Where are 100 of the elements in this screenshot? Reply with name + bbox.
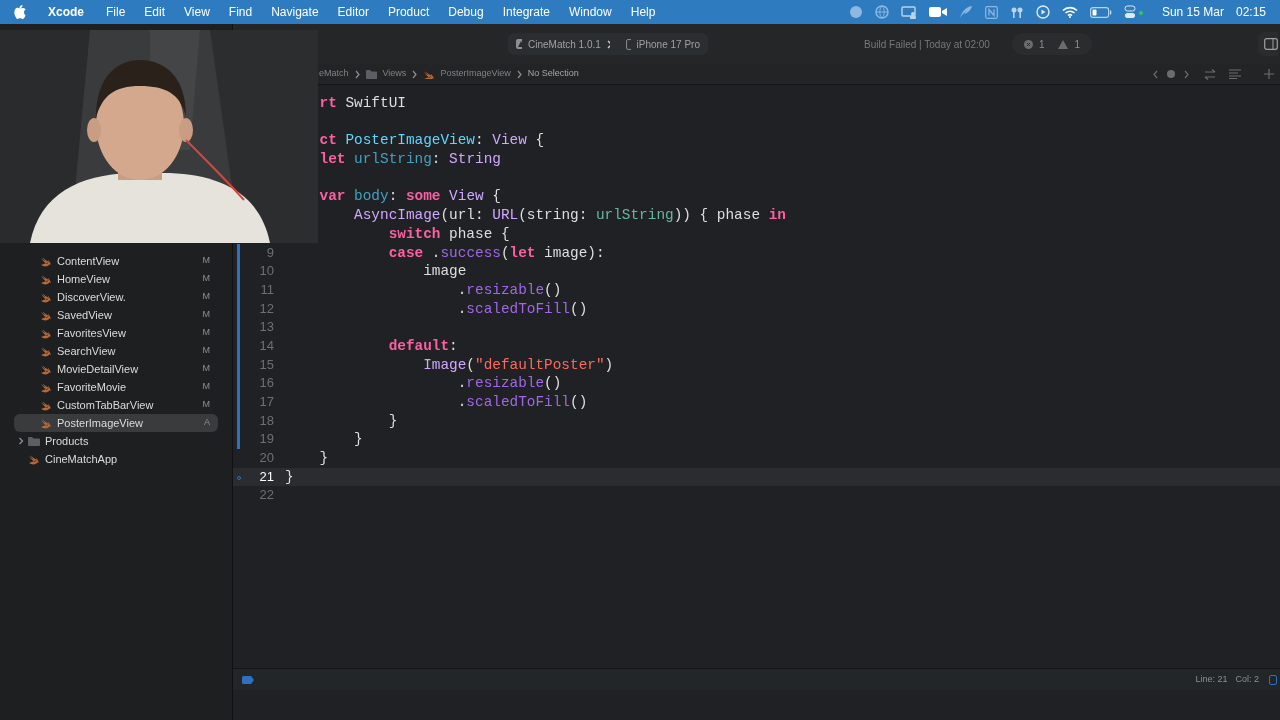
menu-item[interactable]: Window [569,3,612,21]
forward-icon[interactable] [1184,69,1189,79]
file-name: CineMatchApp [45,451,119,467]
file-row[interactable]: MovieDetailView M [14,360,218,378]
code-line: let urlString: String [318,150,501,169]
wifi-icon[interactable] [1061,6,1078,18]
swift-file-icon [40,345,52,357]
swift-file-icon [28,453,40,465]
swift-file-icon [40,399,52,411]
menu-item[interactable]: Debug [448,3,484,21]
file-row[interactable]: DiscoverView. M [14,288,218,306]
feather-icon[interactable] [958,5,973,19]
code-line: case .success(let image): [387,243,605,263]
swift-file-icon [40,309,52,321]
code-line: Image("defaultPoster") [422,355,614,375]
file-name: ContentView [57,253,121,269]
swift-file-icon [40,273,52,285]
line-number: 9 [266,243,274,262]
folder-icon [28,435,40,447]
battery-icon[interactable] [1089,6,1112,18]
line-number: 18 [259,411,274,430]
app-menu[interactable]: Xcode [48,3,84,21]
tag-icon[interactable] [242,675,254,684]
file-row[interactable]: ContentView M [14,252,218,270]
status-label: M [202,398,210,412]
file-name: MovieDetailView [57,361,140,377]
lines-icon[interactable] [1229,69,1241,79]
code-line: .resizable() [456,374,562,393]
screen-person-icon[interactable] [900,5,917,19]
panel-icon[interactable] [1269,674,1277,685]
menu-item[interactable]: View [184,3,210,21]
menu-item[interactable]: Help [630,3,656,21]
file-row[interactable]: CustomTabBarView M [14,396,218,414]
menu-bar-date[interactable]: Sun 15 Mar [1161,3,1224,21]
file-row[interactable]: FavoriteMovie M [14,378,218,396]
status-label: M [202,254,210,268]
breadcrumb-item[interactable]: eMatch [319,67,349,81]
file-row[interactable]: Products [14,432,218,450]
circle-icon[interactable] [848,5,863,19]
line-number: 20 [259,449,274,468]
file-row[interactable]: PosterImageView A [14,414,218,432]
menu-bar-clock[interactable]: 02:15 [1235,3,1266,21]
scheme-selector[interactable]: CineMatch 1.0.1 iPhone 17 Pro [508,33,708,55]
swift-file-icon [40,291,52,303]
video-camera-icon[interactable] [928,6,947,18]
inspector-toggle-button[interactable] [1258,32,1278,56]
status-label: A [204,416,210,430]
file-name: Products [45,433,90,449]
menu-item[interactable]: Find [228,3,253,21]
file-name: FavoritesView [57,325,127,341]
globe-icon[interactable] [874,5,889,19]
file-name: DiscoverView. [57,289,127,305]
line-number: 15 [259,355,274,374]
menu-item[interactable]: Navigate [271,3,319,21]
file-row[interactable]: CineMatchApp [14,450,218,468]
add-icon[interactable] [1264,69,1274,79]
control-center-icon[interactable] [1123,5,1144,19]
file-row[interactable]: FavoritesView M [14,324,218,342]
phone-icon [626,38,631,50]
file-name: CustomTabBarView [57,397,155,413]
menu-item[interactable]: Edit [144,3,166,21]
swift-file-icon [40,327,52,339]
menu-item[interactable]: Editor [337,3,369,21]
code-line: AsyncImage(url: URL(string: urlString)) { phase in [353,206,786,225]
menu-item[interactable]: File [106,3,126,21]
menu-item[interactable]: Product [387,3,430,21]
code-line: switch phase { [387,224,510,244]
swap-arrows-icon[interactable] [1204,68,1216,80]
breadcrumb-item[interactable]: Views [382,67,407,81]
status-label: M [202,308,210,322]
line-number: 17 [259,393,274,411]
notion-icon[interactable] [984,5,998,19]
line-number: 10 [259,262,274,281]
apple-icon[interactable] [14,5,26,19]
breadcrumb-item[interactable]: PosterImageView [440,67,511,81]
folder-icon [365,69,377,79]
status-label: M [202,326,210,340]
warning-count: 1 [1074,37,1080,52]
menu-item[interactable]: Integrate [502,3,551,21]
code-line: .scaledToFill() [456,393,588,412]
status-label: M [202,380,210,394]
breadcrumb-item[interactable]: No Selection [527,67,579,81]
line-number: 14 [259,336,274,355]
line-number: 13 [259,318,274,337]
code-line: var body: some View { [318,187,501,207]
earbuds-icon[interactable] [1009,5,1024,19]
play-icon[interactable] [1035,5,1050,19]
dot-icon[interactable] [1167,70,1175,78]
swift-file-icon [40,417,52,429]
line-position: Line: 21 [1195,672,1228,686]
code-line: .resizable() [456,280,562,300]
file-row[interactable]: SavedView M [14,306,218,324]
column-position: Col: 2 [1235,672,1259,686]
back-icon[interactable] [1153,69,1158,79]
code-line: default: [387,336,458,356]
line-number: 22 [259,486,274,505]
issues-indicator[interactable]: 1 1 [1011,33,1092,55]
file-row[interactable]: SearchView M [14,342,218,360]
file-name: HomeView [57,271,111,287]
file-row[interactable]: HomeView M [14,270,218,288]
